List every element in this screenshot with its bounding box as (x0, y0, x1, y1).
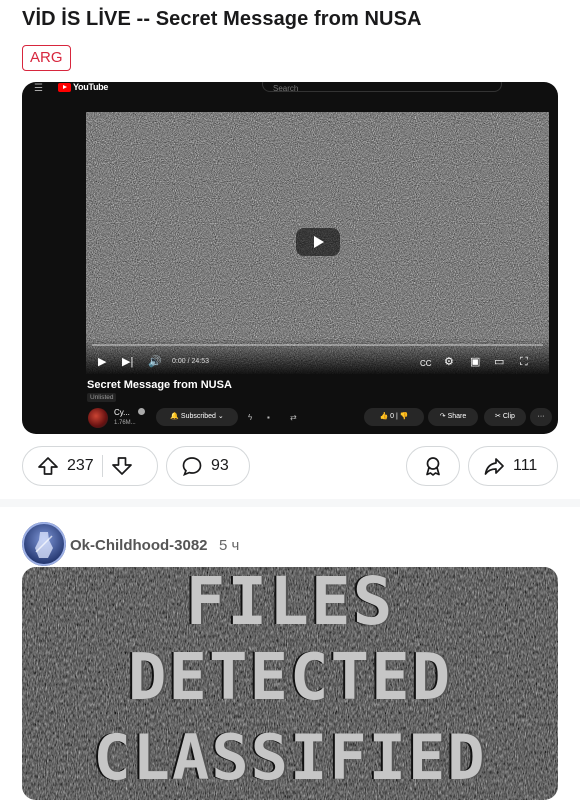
like-icon: 👍 (379, 413, 389, 420)
video-player[interactable]: ▶ ▶| 🔊 0:00 / 24:53 CC ⚙ ▣ ▭ ⛶ (86, 112, 549, 374)
downvote-arrow-icon[interactable] (111, 455, 133, 477)
image-icon[interactable]: ▪ (267, 413, 270, 422)
award-icon (422, 455, 444, 477)
youtube-logo-text: YouTube (73, 82, 109, 92)
upvote-arrow-icon[interactable] (37, 455, 59, 477)
comment-age: 5 ч (219, 537, 240, 554)
video-embed[interactable]: ☰ YouTube Search ▶ ▶| 🔊 0:00 / 24:53 CC … (22, 82, 558, 434)
player-controls: ▶ ▶| 🔊 0:00 / 24:53 CC ⚙ ▣ ▭ ⛶ (86, 338, 549, 374)
dislike-icon: 👎 (399, 413, 409, 420)
video-time: 0:00 / 24:53 (172, 358, 209, 365)
fullscreen-icon[interactable]: ⛶ (520, 356, 528, 368)
youtube-share-label: Share (447, 413, 467, 420)
settings-gear-icon[interactable]: ⚙ (444, 356, 454, 368)
comments-button[interactable]: 93 (166, 446, 250, 486)
channel-subscribers: 1.76M... (114, 420, 136, 426)
clip-label: Clip (502, 413, 515, 420)
user-avatar[interactable] (22, 522, 66, 566)
miniplayer-icon[interactable]: ▣ (470, 356, 480, 368)
post-title: VİD İS LİVE -- Secret Message from NUSA (22, 8, 422, 30)
flash-icon[interactable]: ϟ (248, 413, 252, 422)
vote-divider (101, 455, 103, 477)
theater-mode-icon[interactable]: ▭ (494, 356, 504, 368)
comment-bubble-icon (181, 455, 203, 477)
shuffle-icon[interactable]: ⇄ (290, 413, 297, 422)
comment-username[interactable]: Ok-Childhood-3082 (70, 537, 208, 554)
like-count: 0 (390, 413, 395, 420)
subscribed-button[interactable]: 🔔 Subscribed ⌄ (156, 408, 238, 426)
scissors-icon: ✂ (495, 413, 501, 420)
subscribed-label: Subscribed (180, 413, 216, 420)
post-flair[interactable]: ARG (22, 45, 71, 71)
vote-control: 237 (22, 446, 158, 486)
comment-count: 93 (211, 457, 229, 474)
verified-check-icon (138, 408, 145, 415)
captions-icon[interactable]: CC (420, 358, 432, 370)
more-options-button[interactable]: ··· (530, 408, 552, 426)
share-arrow-icon (483, 455, 505, 477)
youtube-header: ☰ YouTube Search (22, 82, 558, 96)
bell-icon: 🔔 (170, 413, 179, 420)
upvote-count: 237 (67, 457, 94, 474)
youtube-logo: YouTube (58, 82, 108, 92)
hamburger-menu-icon: ☰ (34, 83, 43, 94)
share-count: 111 (513, 457, 538, 474)
channel-name[interactable]: Cy... (114, 408, 130, 417)
comment-image[interactable]: FILES DETECTED CLASSIFIED (22, 567, 558, 800)
post-action-bar: 237 93 111 (22, 446, 558, 488)
clip-button[interactable]: ✂ Clip (484, 408, 526, 426)
avatar-figure-icon (22, 522, 66, 566)
youtube-share-button[interactable]: ↷ Share (428, 408, 478, 426)
video-play-button[interactable] (296, 228, 340, 256)
like-dislike-button[interactable]: 👍 0 | 👎 (364, 408, 424, 426)
files-text: FILES (185, 567, 395, 640)
unlisted-badge: Unlisted (87, 393, 117, 402)
youtube-search-box: Search (262, 82, 502, 93)
detected-text: DETECTED (127, 641, 453, 715)
youtube-play-logo-icon (58, 82, 71, 92)
volume-icon[interactable]: 🔊 (148, 356, 162, 368)
video-title[interactable]: Secret Message from NUSA (87, 379, 232, 391)
classified-text: CLASSIFIED (93, 721, 487, 794)
channel-avatar[interactable] (88, 408, 108, 428)
award-button[interactable] (406, 446, 460, 486)
section-divider (0, 499, 580, 507)
progress-bar[interactable] (92, 344, 543, 346)
share-button[interactable]: 111 (468, 446, 558, 486)
share-arrow-icon: ↷ (439, 413, 446, 420)
play-icon[interactable]: ▶ (98, 356, 106, 368)
next-icon[interactable]: ▶| (122, 356, 133, 368)
